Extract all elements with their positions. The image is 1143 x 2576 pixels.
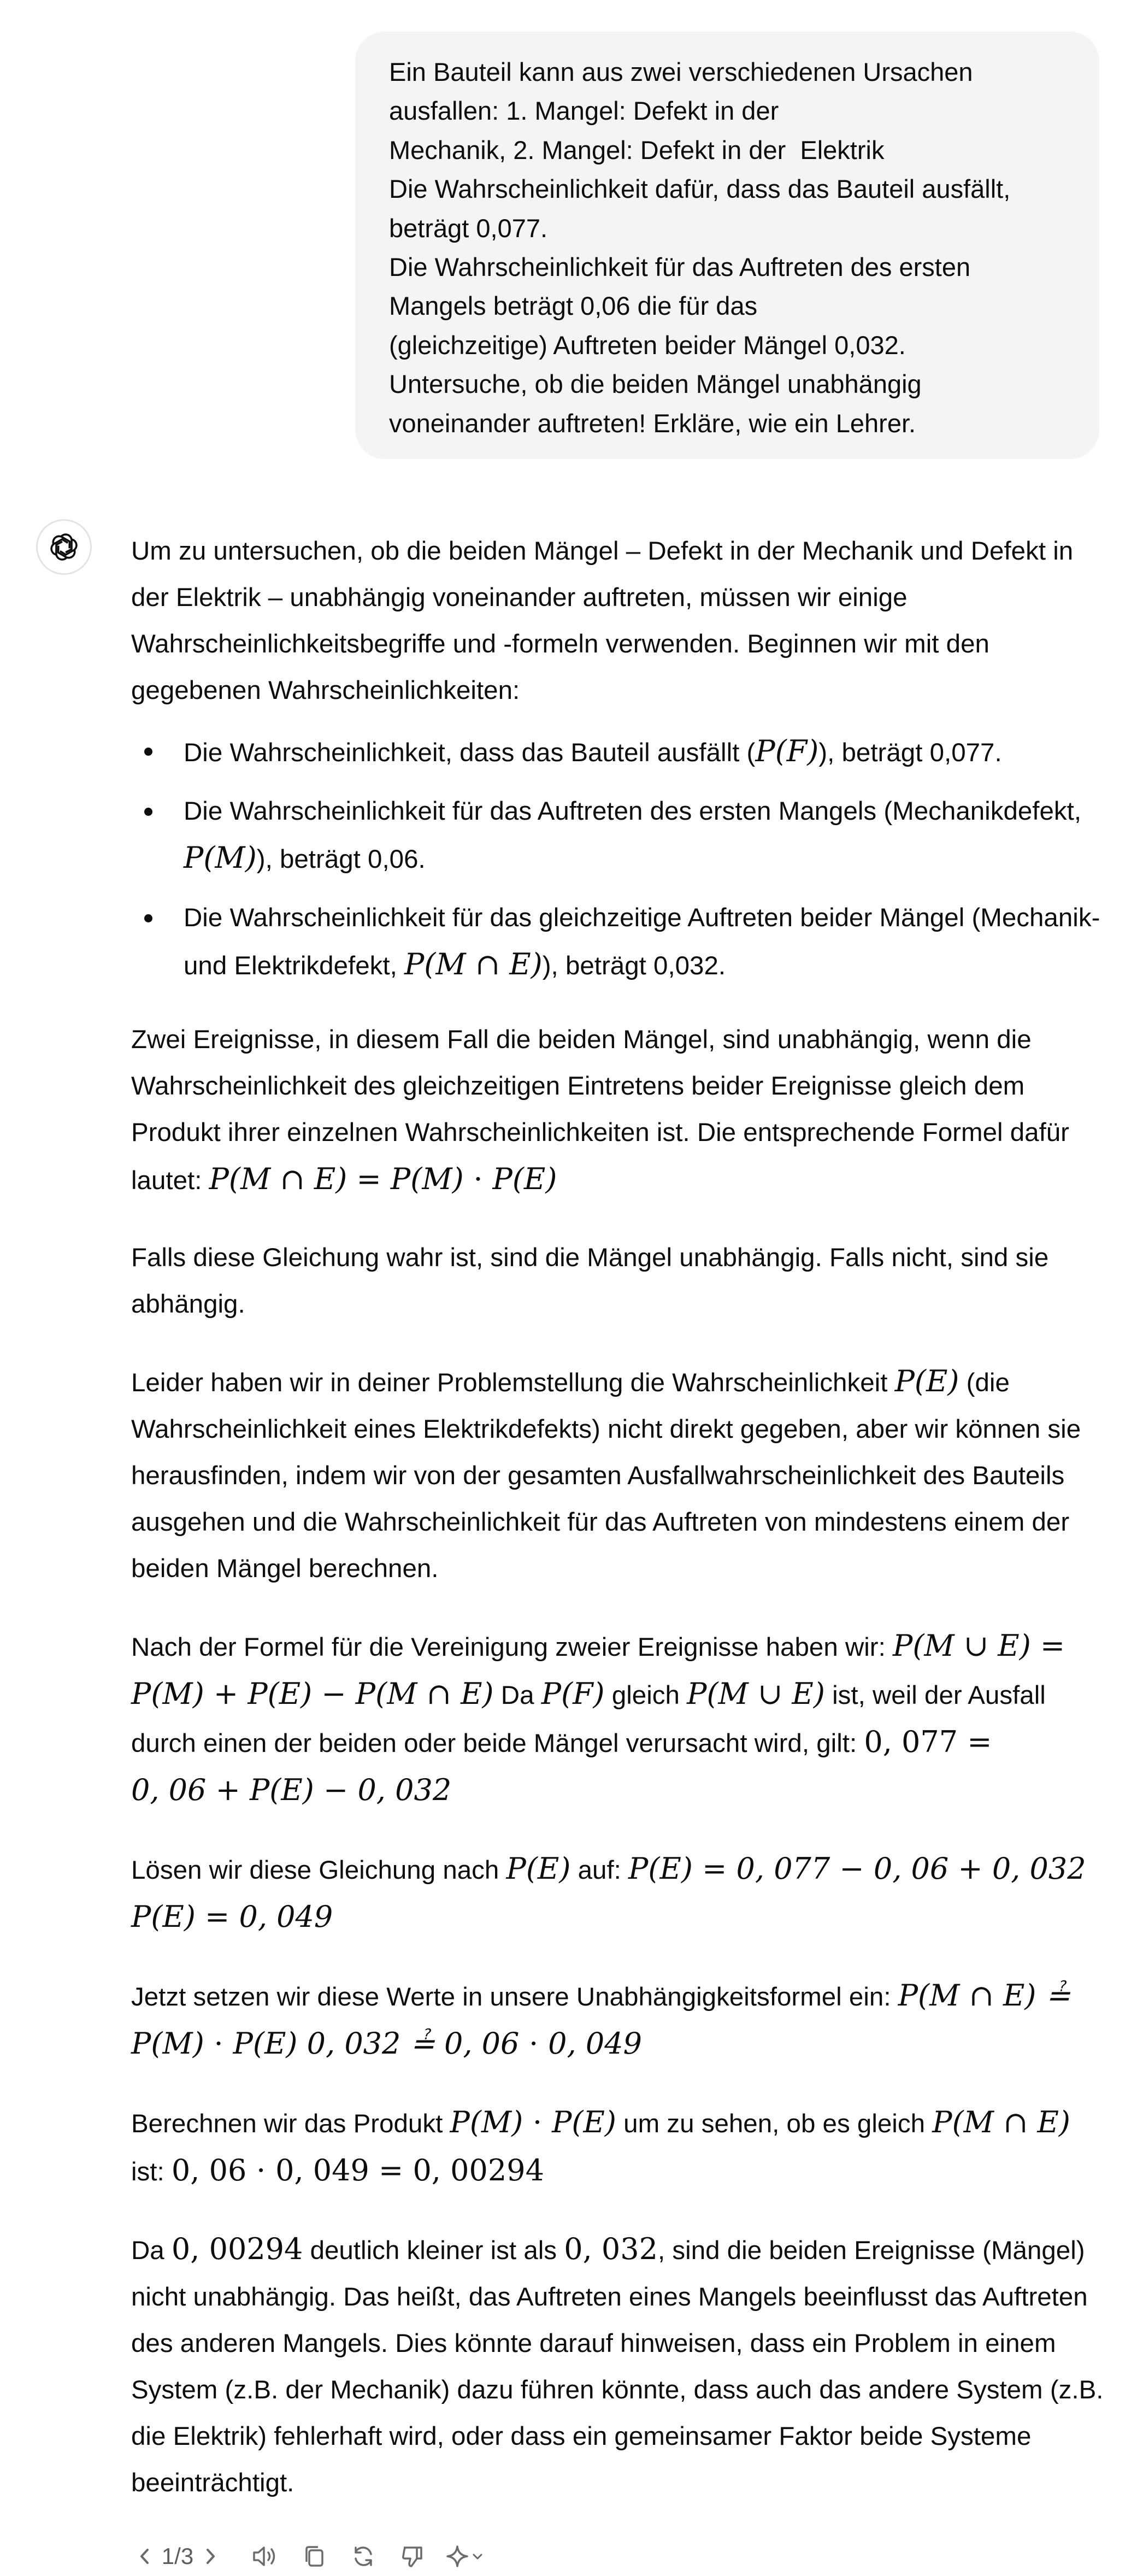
math-formula: P(E) <box>894 1364 959 1398</box>
list-item: Die Wahrscheinlichkeit für das gleichzei… <box>131 895 1104 989</box>
thumbs-down-icon <box>402 2546 422 2567</box>
math-formula: P(M) <box>184 840 257 875</box>
math-formula: P(M ∩ E) <box>404 947 543 981</box>
previous-response-button[interactable] <box>131 2540 158 2573</box>
missing-probability-paragraph: Leider haben wir in deiner Problemstellu… <box>131 1358 1104 1592</box>
union-paragraph: Nach der Formel für die Vereinigung zwei… <box>131 1622 1104 1815</box>
read-aloud-button[interactable] <box>240 2540 290 2573</box>
regenerate-button[interactable] <box>339 2540 388 2573</box>
speaker-icon <box>253 2546 275 2566</box>
math-formula: 0, 00294 <box>171 2232 303 2266</box>
math-formula: P(M ∪ E) <box>687 1677 825 1711</box>
paragraph-text: Lösen wir diese Gleichung nach <box>131 1856 506 1885</box>
user-message-line: Mangels beträgt 0,06 die für das <box>389 291 758 321</box>
assistant-message: Um zu untersuchen, ob die beiden Mängel … <box>131 528 1104 2506</box>
paragraph-text: ist: <box>131 2157 172 2186</box>
given-probabilities-list: Die Wahrscheinlichkeit, dass das Bauteil… <box>131 728 1104 989</box>
chevron-right-icon <box>207 2549 215 2564</box>
user-message-bubble: Ein Bauteil kann aus zwei verschiedenen … <box>355 32 1099 459</box>
math-formula: 0, 06 + P(E) − 0, 032 <box>131 1773 452 1807</box>
paragraph-text: Jetzt setzen wir diese Werte in unsere U… <box>131 1983 898 2012</box>
math-formula: P(M ∪ E) = <box>893 1628 1065 1663</box>
paragraph-text: Berechnen wir das Produkt <box>131 2109 450 2138</box>
regenerate-icon <box>355 2546 372 2566</box>
math-formula: P(F) <box>541 1677 605 1711</box>
list-item: Die Wahrscheinlichkeit für das Auftreten… <box>131 788 1104 883</box>
list-item-text: ), beträgt 0,077. <box>818 738 1002 767</box>
user-message-line: beträgt 0,077. <box>389 213 548 243</box>
user-message-line: ausfallen: 1. Mangel: Defekt in der <box>389 96 779 126</box>
user-message-line: Ein Bauteil kann aus zwei verschiedenen … <box>389 57 973 86</box>
paragraph-text: Leider haben wir in deiner Problemstellu… <box>131 1368 895 1397</box>
chevron-down-icon <box>473 2554 482 2560</box>
solve-paragraph: Lösen wir diese Gleichung nach P(E) auf:… <box>131 1845 1104 1942</box>
math-formula: P(M) ⋅ P(E) 0, 032 ≟ 0, 06 ⋅ 0, 049 <box>131 2026 642 2061</box>
paragraph-text: deutlich kleiner ist als <box>303 2236 564 2265</box>
list-item-text: Die Wahrscheinlichkeit, dass das Bauteil… <box>184 738 756 767</box>
insert-paragraph: Jetzt setzen wir diese Werte in unsere U… <box>131 1972 1104 2068</box>
paragraph-text: (die Wahrscheinlichkeit eines Elektrikde… <box>131 1368 1081 1583</box>
copy-icon <box>305 2546 323 2567</box>
math-formula: P(M) ⋅ P(E) <box>450 2105 616 2139</box>
model-switch-button[interactable] <box>437 2540 492 2573</box>
copy-button[interactable] <box>290 2540 339 2573</box>
next-response-button[interactable] <box>197 2540 224 2573</box>
math-formula: 0, 032 <box>564 2232 658 2266</box>
if-true-paragraph: Falls diese Gleichung wahr ist, sind die… <box>131 1243 1049 1319</box>
intro-paragraph: Um zu untersuchen, ob die beiden Mängel … <box>131 537 1074 705</box>
product-paragraph: Berechnen wir das Produkt P(M) ⋅ P(E) um… <box>131 2099 1104 2195</box>
independence-paragraph: Zwei Ereignisse, in diesem Fall die beid… <box>131 1016 1104 1204</box>
openai-logo-icon <box>50 533 78 561</box>
chevron-left-icon <box>140 2549 149 2564</box>
user-message-line: voneinander auftreten! Erkläre, wie ein … <box>389 408 916 438</box>
paragraph-text: um zu sehen, ob es gleich <box>616 2109 933 2138</box>
math-formula: P(F) <box>755 734 819 768</box>
math-formula: P(M ∩ E) <box>932 2105 1070 2139</box>
math-formula: P(E) = 0, 049 <box>131 1899 333 1934</box>
assistant-avatar <box>36 519 92 575</box>
user-message-line: Die Wahrscheinlichkeit dafür, dass das B… <box>389 174 1011 204</box>
user-message-line: Die Wahrscheinlichkeit für das Auftreten… <box>389 252 971 282</box>
user-message-line: Mechanik, 2. Mangel: Defekt in der Elekt… <box>389 135 885 164</box>
sparkle-icon <box>446 2545 468 2567</box>
math-formula: P(M) + P(E) − P(M ∩ E) <box>131 1677 494 1711</box>
user-message-line: Untersuche, ob die beiden Mängel unabhän… <box>389 369 922 399</box>
paragraph-text: auf: <box>570 1856 629 1885</box>
conclusion-paragraph: Da 0, 00294 deutlich kleiner ist als 0, … <box>131 2226 1104 2506</box>
message-toolbar: 1/3 <box>131 2540 546 2573</box>
paragraph-text: , sind die beiden Ereignisse (Mängel) ni… <box>131 2236 1104 2497</box>
list-item-text: Die Wahrscheinlichkeit für das Auftreten… <box>184 797 1082 826</box>
user-message-line: (gleichzeitige) Auftreten beider Mängel … <box>389 330 906 360</box>
math-formula: 0, 077 = <box>864 1725 992 1759</box>
paragraph-text: Da <box>493 1681 541 1710</box>
list-item-text: ), beträgt 0,06. <box>256 845 426 874</box>
bad-response-button[interactable] <box>388 2540 437 2573</box>
paragraph-text: Da <box>131 2236 172 2265</box>
math-formula: P(E) = 0, 077 − 0, 06 + 0, 032 <box>628 1851 1086 1886</box>
paragraph-text: Nach der Formel für die Vereinigung zwei… <box>131 1633 893 1662</box>
math-formula: P(M ∩ E) ≟ <box>898 1978 1070 2013</box>
page-indicator: 1/3 <box>161 2543 194 2569</box>
paragraph-text: gleich <box>604 1681 687 1710</box>
math-formula: 0, 06 ⋅ 0, 049 = 0, 00294 <box>171 2153 544 2187</box>
list-item: Die Wahrscheinlichkeit, dass das Bauteil… <box>131 728 1104 776</box>
math-formula: P(E) <box>506 1851 571 1886</box>
list-item-text: ), beträgt 0,032. <box>542 951 726 980</box>
math-formula: P(M ∩ E) = P(M) ⋅ P(E) <box>209 1162 557 1196</box>
